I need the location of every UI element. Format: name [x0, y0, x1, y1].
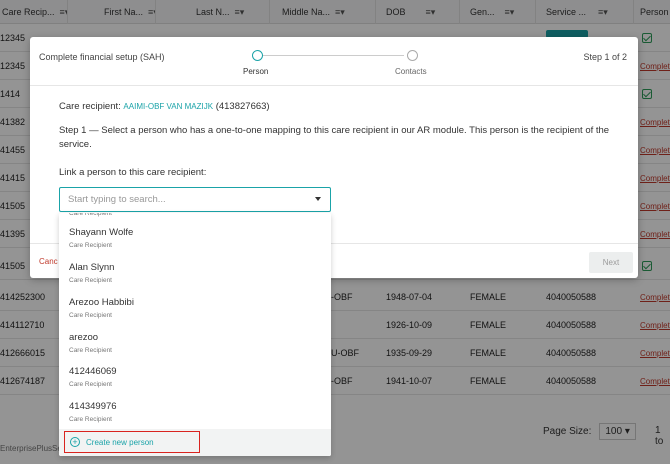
step-label-contacts: Contacts [395, 67, 427, 76]
option-type-label: Care Recipient [69, 277, 112, 284]
list-item[interactable]: 414349976 Care Recipient [59, 398, 331, 433]
care-recipient-name: AAIMI-OBF VAN MAZIJK [123, 102, 214, 111]
option-name: Shayann Wolfe [69, 227, 134, 238]
step-label-person: Person [243, 67, 269, 76]
option-type-label: Care Recipient [69, 347, 112, 354]
option-name: Arezoo Habbibi [69, 297, 134, 308]
caret-down-icon[interactable] [315, 197, 321, 201]
cancel-button[interactable]: Canc [39, 257, 58, 266]
create-new-person-label: Create new person [86, 437, 154, 447]
step-dot-icon [252, 50, 263, 61]
list-item[interactable]: arezoo Care Recipient [59, 329, 331, 364]
step-indicator: Step 1 of 2 [583, 52, 627, 62]
modal-title: Complete financial setup (SAH) [39, 52, 165, 62]
option-name: 414349976 [69, 401, 117, 412]
list-item[interactable]: Arezoo Habbibi Care Recipient [59, 294, 331, 329]
list-item[interactable]: 412446069 Care Recipient [59, 363, 331, 398]
care-recipient-label: Care recipient: [59, 101, 121, 112]
option-name: arezoo [69, 332, 99, 343]
option-type-label: Care Recipient [69, 381, 112, 388]
care-recipient-id: (413827663) [215, 101, 270, 112]
create-new-person-button[interactable]: + Create new person [64, 431, 200, 453]
stepper: Person Contacts [243, 48, 427, 78]
stepper-line [262, 55, 404, 56]
person-search-dropdown: Care Recipient Shayann Wolfe Care Recipi… [59, 213, 331, 456]
list-item[interactable]: Alan Slynn Care Recipient [59, 259, 331, 294]
option-type-label: Care Recipient [69, 242, 112, 249]
option-name: 412446069 [69, 366, 117, 377]
link-person-label: Link a person to this care recipient: [59, 167, 207, 178]
list-item[interactable]: Shayann Wolfe Care Recipient [59, 224, 331, 259]
option-type-label: Care Recipient [69, 213, 112, 217]
create-new-person-row[interactable]: + Create new person [59, 429, 331, 456]
divider [30, 85, 638, 86]
step-description: Step 1 — Select a person who has a one-t… [59, 125, 610, 150]
person-search-input[interactable] [68, 194, 298, 205]
option-name: Alan Slynn [69, 262, 115, 273]
option-type-label: Care Recipient [69, 416, 112, 423]
person-search-field[interactable] [59, 187, 331, 212]
care-recipient-line: Care recipient: AAIMI-OBF VAN MAZIJK (41… [59, 101, 270, 112]
next-button[interactable]: Next [589, 252, 633, 273]
option-type-label: Care Recipient [69, 312, 112, 319]
step-dot-icon [407, 50, 418, 61]
plus-circle-icon: + [70, 437, 80, 447]
